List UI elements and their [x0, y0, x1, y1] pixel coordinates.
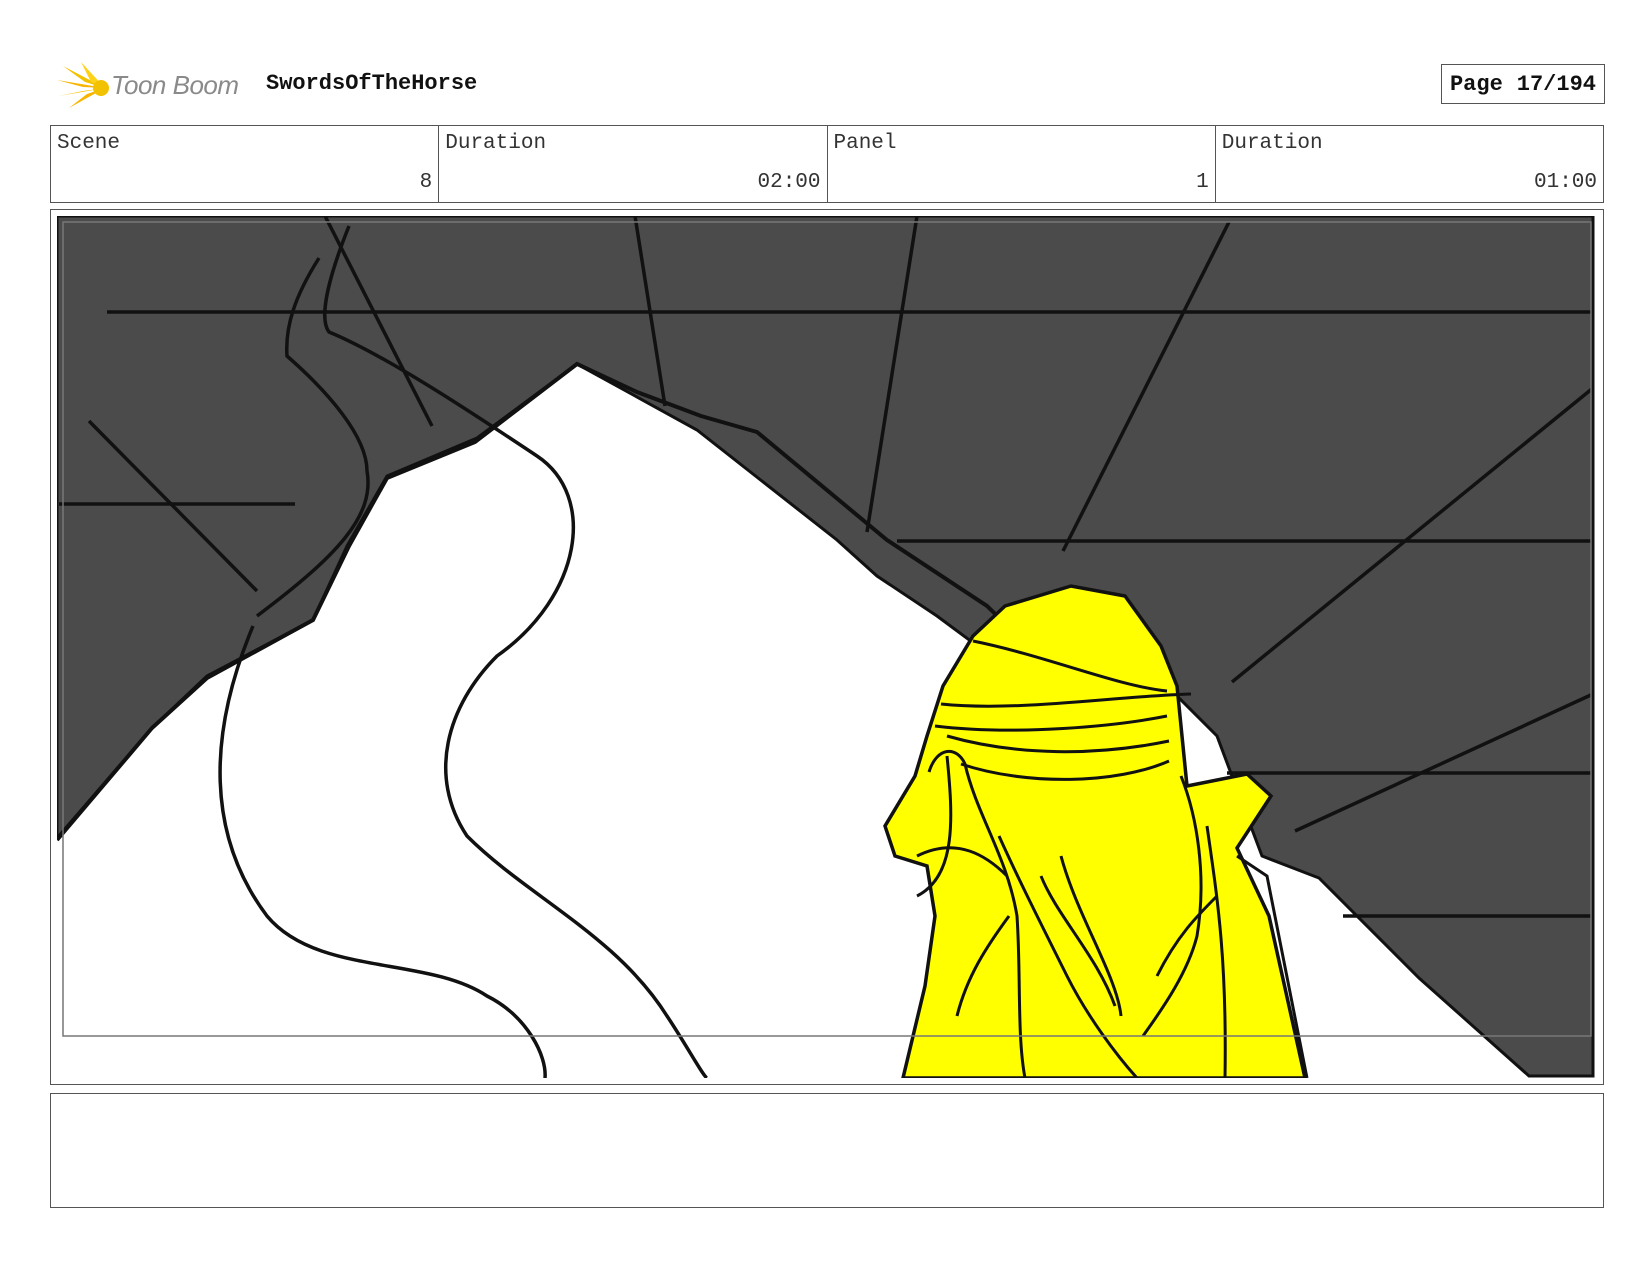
panel-notes-box [50, 1093, 1604, 1208]
toon-boom-logo: Toon Boom [55, 60, 245, 110]
scene-info-row: Scene 8 Duration 02:00 Panel 1 Duration … [50, 125, 1604, 203]
scene-value: 8 [419, 171, 433, 194]
panel-sketch [57, 216, 1597, 1078]
scene-duration-value: 02:00 [757, 171, 821, 194]
page-number: 17/194 [1516, 71, 1596, 97]
project-title: SwordsOfTheHorse [266, 71, 478, 96]
panel-label: Panel [833, 132, 897, 155]
page-indicator: Page 17/194 [1440, 64, 1605, 104]
panel-value: 1 [1196, 171, 1209, 194]
burst-icon [57, 62, 109, 108]
scene-cell: Scene 8 [51, 126, 440, 202]
storyboard-header: Toon Boom SwordsOfTheHorse Page 17/194 [50, 55, 1605, 115]
logo-wordmark: Toon Boom [111, 70, 239, 100]
page-label: Page [1449, 71, 1503, 97]
storyboard-panel [50, 209, 1604, 1085]
scene-duration-cell: Duration 02:00 [439, 126, 828, 202]
scene-duration-label: Duration [445, 132, 547, 155]
panel-duration-label: Duration [1221, 132, 1323, 155]
panel-duration-cell: Duration 01:00 [1216, 126, 1603, 202]
panel-duration-value: 01:00 [1533, 171, 1597, 194]
scene-label: Scene [57, 132, 121, 155]
panel-cell: Panel 1 [828, 126, 1216, 202]
